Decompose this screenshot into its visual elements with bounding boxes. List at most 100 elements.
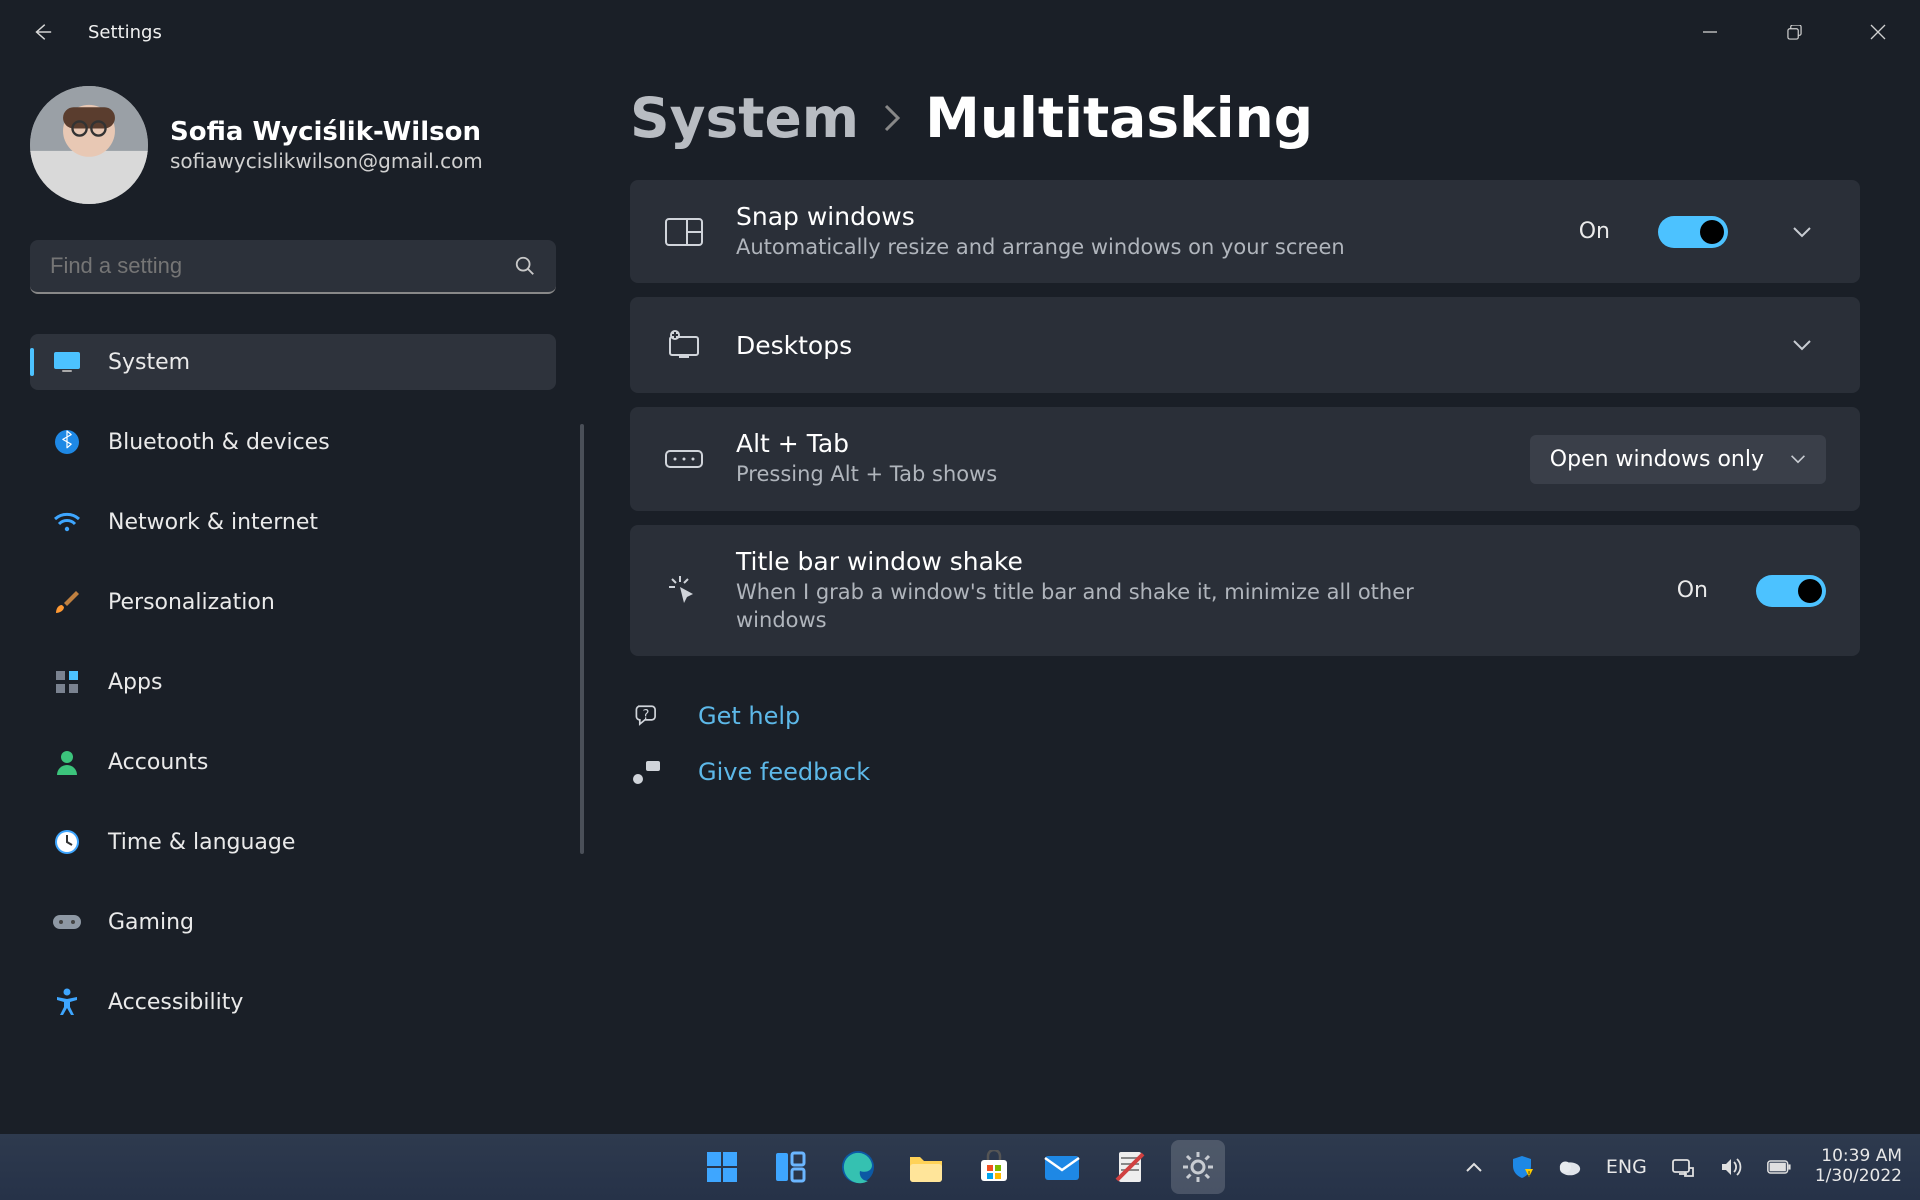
search-input[interactable]: [50, 253, 514, 279]
maximize-icon: [1787, 25, 1802, 40]
help-icon: ?: [630, 702, 664, 730]
task-view-icon: [773, 1150, 807, 1184]
link-text[interactable]: Give feedback: [698, 758, 870, 786]
cursor-click-icon: [664, 574, 704, 608]
svg-text:!: !: [1527, 1170, 1530, 1178]
start-button[interactable]: [695, 1140, 749, 1194]
maximize-button[interactable]: [1752, 8, 1836, 56]
system-tray: ! ENG 10:39 AM 1/30/2022: [1462, 1147, 1902, 1186]
sidebar-item-time-language[interactable]: Time & language: [30, 814, 556, 870]
file-explorer-button[interactable]: [899, 1140, 953, 1194]
sidebar-item-label: Personalization: [108, 590, 275, 615]
sidebar-item-accessibility[interactable]: Accessibility: [30, 974, 556, 1030]
chevron-down-icon: [1792, 338, 1812, 352]
profile-name: Sofia Wyciślik-Wilson: [170, 117, 483, 147]
setting-desktops[interactable]: Desktops: [630, 297, 1860, 393]
sidebar-item-label: Gaming: [108, 910, 194, 935]
dropdown-value: Open windows only: [1550, 447, 1764, 472]
profile-block[interactable]: Sofia Wyciślik-Wilson sofiawycislikwilso…: [30, 86, 590, 204]
link-text[interactable]: Get help: [698, 702, 800, 730]
gamepad-icon: [52, 907, 82, 937]
monitor-icon: [52, 347, 82, 377]
setting-subtitle: When I grab a window's title bar and sha…: [736, 578, 1496, 635]
sidebar-item-bluetooth[interactable]: Bluetooth & devices: [30, 414, 556, 470]
minimize-button[interactable]: [1668, 8, 1752, 56]
get-help-link[interactable]: ? Get help: [630, 702, 1860, 730]
minimize-icon: [1702, 24, 1718, 40]
breadcrumb-parent[interactable]: System: [630, 86, 859, 150]
clock[interactable]: 10:39 AM 1/30/2022: [1815, 1147, 1902, 1186]
document-icon: [1113, 1150, 1147, 1184]
sidebar-item-network[interactable]: Network & internet: [30, 494, 556, 550]
taskbar: ! ENG 10:39 AM 1/30/2022: [0, 1134, 1920, 1200]
setting-title: Snap windows: [736, 202, 1547, 231]
settings-taskbar-button[interactable]: [1171, 1140, 1225, 1194]
titlebar: Settings: [0, 0, 1920, 64]
wifi-icon: [52, 507, 82, 537]
sidebar-item-apps[interactable]: Apps: [30, 654, 556, 710]
sidebar-item-label: System: [108, 350, 190, 375]
battery-icon[interactable]: [1767, 1155, 1791, 1179]
back-button[interactable]: [14, 4, 70, 60]
edge-icon: [840, 1149, 876, 1185]
sidebar-scrollbar[interactable]: [580, 424, 584, 854]
setting-title: Desktops: [736, 331, 1728, 360]
chevron-down-icon: [1792, 225, 1812, 239]
sidebar: Sofia Wyciślik-Wilson sofiawycislikwilso…: [0, 64, 590, 1134]
sidebar-item-gaming[interactable]: Gaming: [30, 894, 556, 950]
clock-time: 10:39 AM: [1815, 1147, 1902, 1167]
sidebar-item-label: Bluetooth & devices: [108, 430, 330, 455]
volume-icon[interactable]: [1719, 1155, 1743, 1179]
store-icon: [977, 1150, 1011, 1184]
language-indicator[interactable]: ENG: [1606, 1156, 1647, 1178]
sidebar-item-label: Accounts: [108, 750, 208, 775]
setting-subtitle: Pressing Alt + Tab shows: [736, 460, 1496, 488]
svg-text:?: ?: [643, 708, 650, 723]
sidebar-item-system[interactable]: System: [30, 334, 556, 390]
apps-icon: [52, 667, 82, 697]
sidebar-item-personalization[interactable]: Personalization: [30, 574, 556, 630]
shake-toggle[interactable]: [1756, 575, 1826, 607]
security-icon[interactable]: !: [1510, 1155, 1534, 1179]
clock-date: 1/30/2022: [1815, 1167, 1902, 1187]
tray-chevron-up-icon[interactable]: [1462, 1155, 1486, 1179]
page-title: Multitasking: [925, 86, 1313, 150]
alt-tab-dropdown[interactable]: Open windows only: [1530, 435, 1826, 484]
toggle-state-label: On: [1677, 578, 1708, 603]
setting-subtitle: Automatically resize and arrange windows…: [736, 233, 1496, 261]
setting-title: Alt + Tab: [736, 429, 1498, 458]
snap-toggle[interactable]: [1658, 216, 1728, 248]
setting-snap-windows[interactable]: Snap windows Automatically resize and ar…: [630, 180, 1860, 283]
sidebar-item-label: Time & language: [108, 830, 295, 855]
window-title: Settings: [88, 22, 162, 43]
sidebar-item-label: Apps: [108, 670, 162, 695]
close-button[interactable]: [1836, 8, 1920, 56]
task-view-button[interactable]: [763, 1140, 817, 1194]
search-box[interactable]: [30, 240, 556, 294]
expand-snap-button[interactable]: [1778, 208, 1826, 256]
profile-email: sofiawycislikwilson@gmail.com: [170, 149, 483, 173]
gear-icon: [1180, 1149, 1216, 1185]
close-icon: [1870, 24, 1886, 40]
mail-button[interactable]: [1035, 1140, 1089, 1194]
edge-button[interactable]: [831, 1140, 885, 1194]
sidebar-item-label: Network & internet: [108, 510, 318, 535]
accessibility-icon: [52, 987, 82, 1017]
sidebar-item-accounts[interactable]: Accounts: [30, 734, 556, 790]
desktops-icon: [664, 329, 704, 361]
store-button[interactable]: [967, 1140, 1021, 1194]
weather-icon[interactable]: [1558, 1155, 1582, 1179]
person-icon: [52, 747, 82, 777]
snap-layout-icon: [664, 218, 704, 246]
chevron-right-icon: [881, 103, 903, 133]
expand-desktops-button[interactable]: [1778, 321, 1826, 369]
give-feedback-link[interactable]: Give feedback: [630, 758, 1860, 786]
chevron-down-icon: [1790, 453, 1806, 465]
nav-list: System Bluetooth & devices Network & int…: [30, 334, 590, 1030]
app-unknown-button[interactable]: [1103, 1140, 1157, 1194]
brush-icon: [52, 587, 82, 617]
sidebar-item-label: Accessibility: [108, 990, 243, 1015]
network-tray-icon[interactable]: [1671, 1155, 1695, 1179]
windows-logo-icon: [705, 1150, 739, 1184]
bluetooth-icon: [52, 427, 82, 457]
